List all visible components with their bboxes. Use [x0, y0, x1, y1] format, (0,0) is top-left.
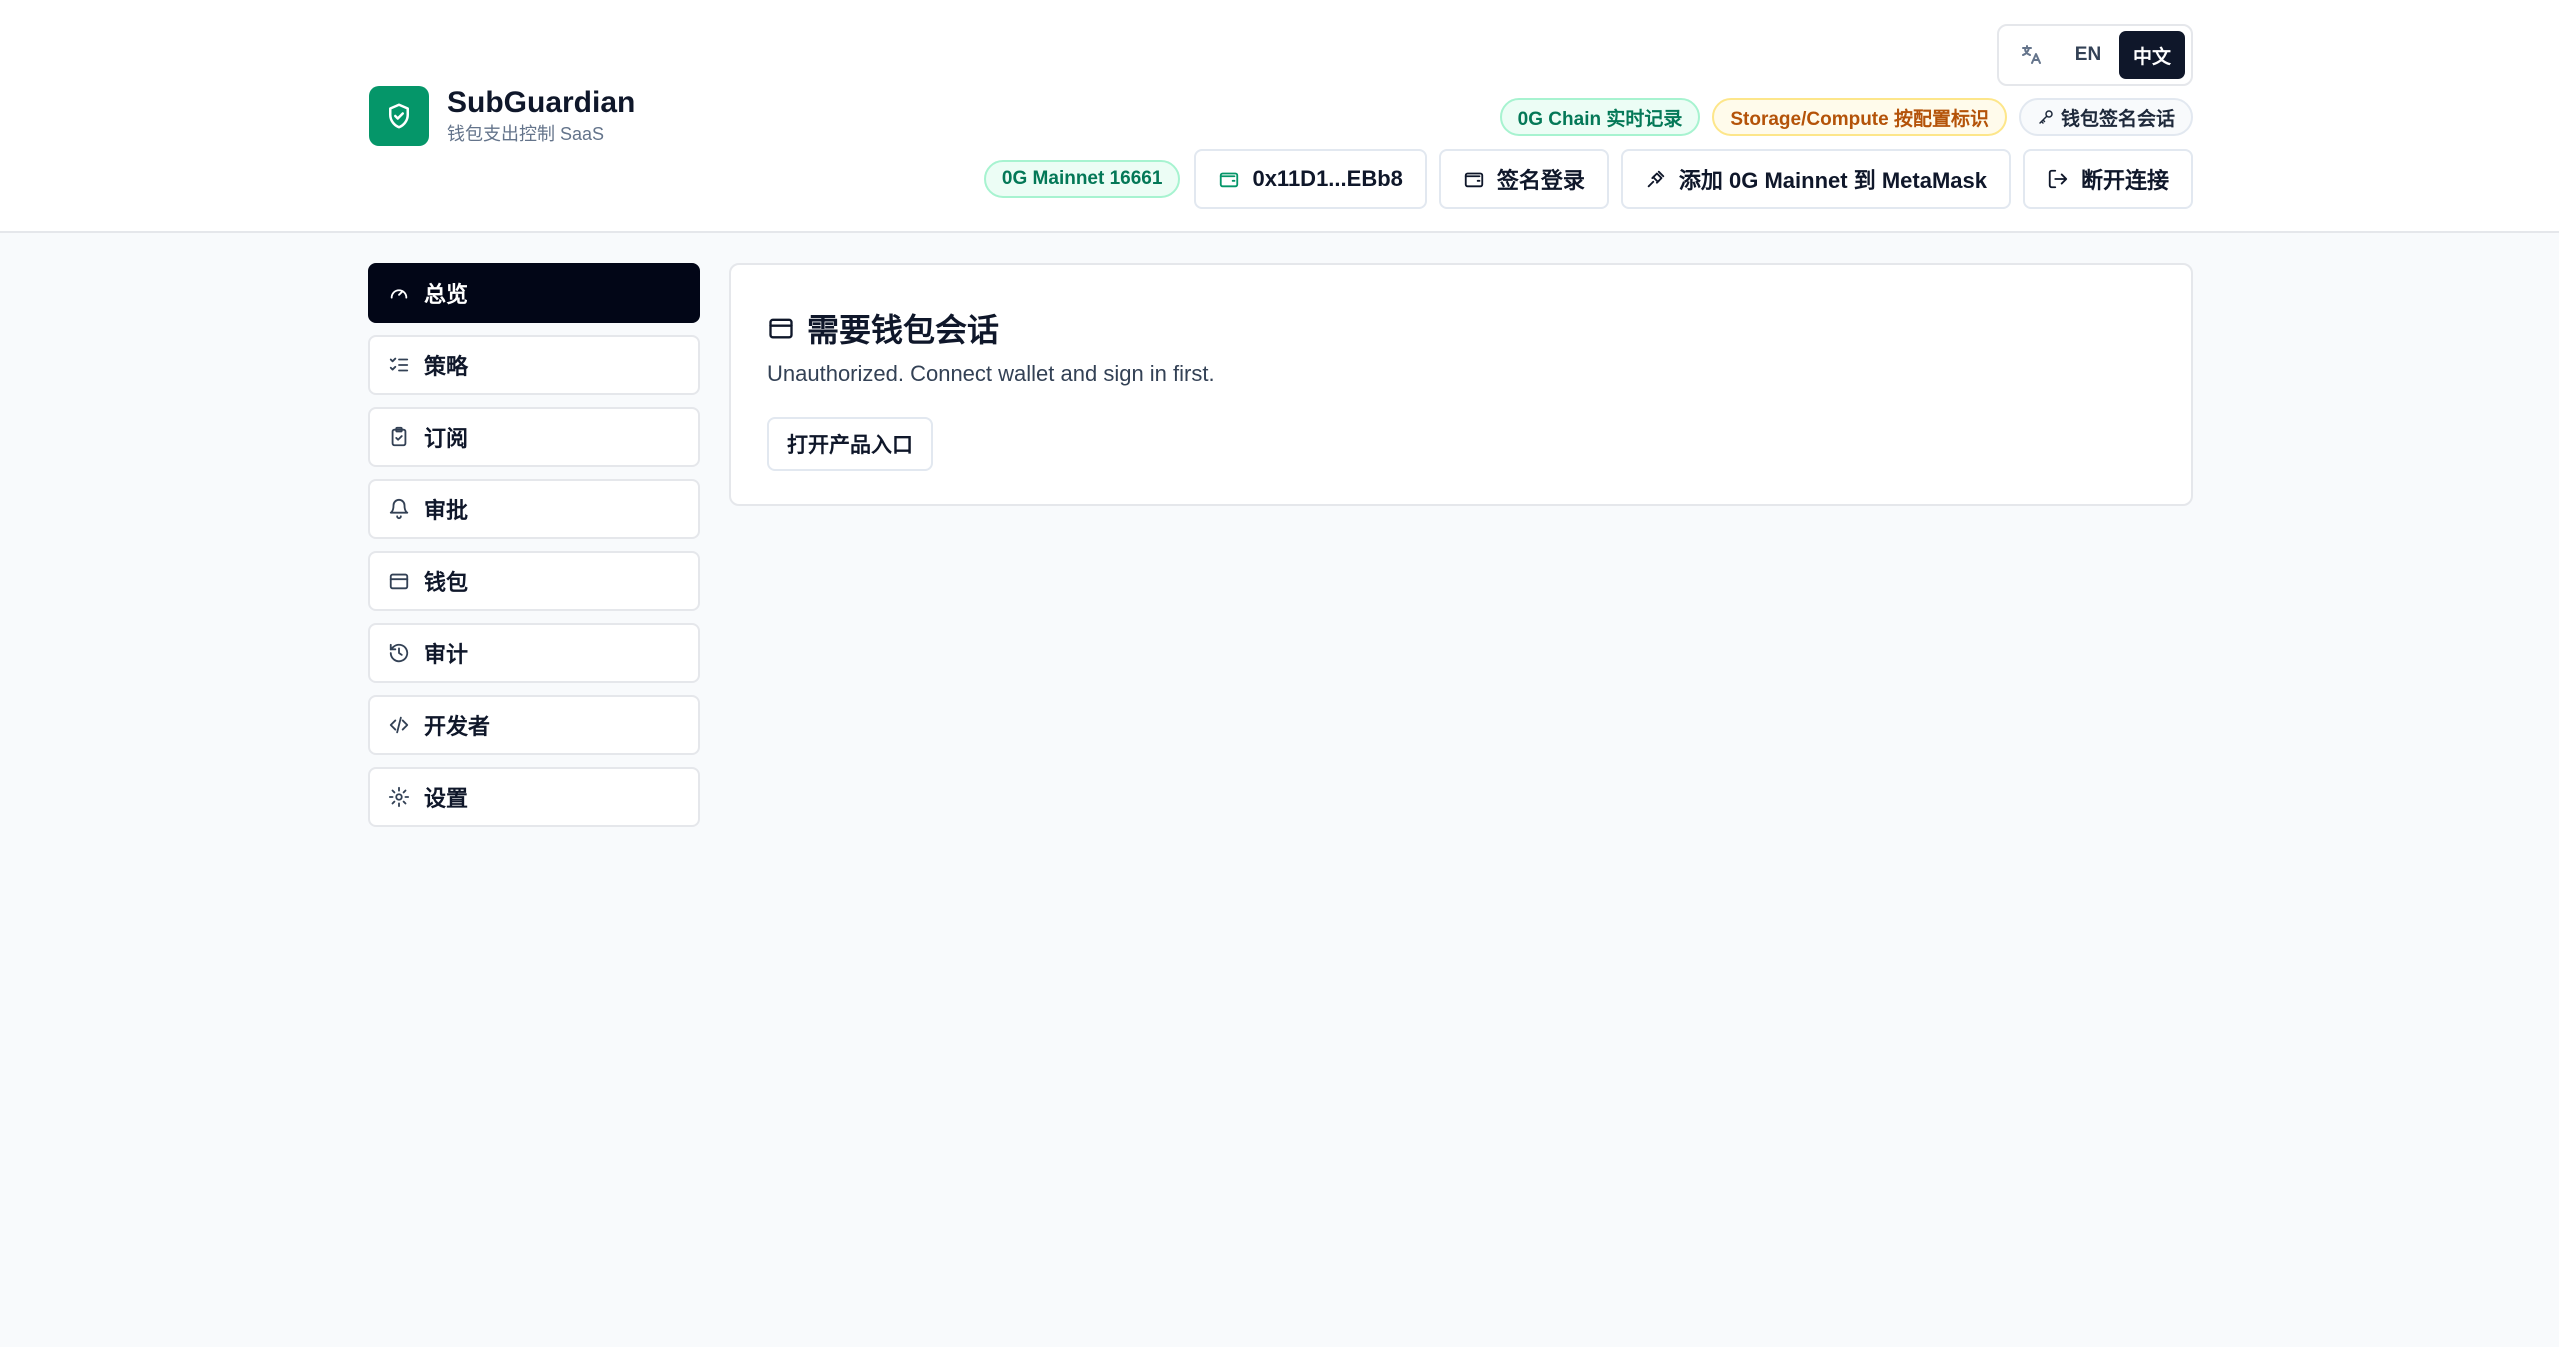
wallet-icon: [769, 318, 793, 339]
status-badges: 0G Chain 实时记录 Storage/Compute 按配置标识 钱包签名…: [1499, 98, 2193, 136]
sidebar-item-overview[interactable]: 总览: [368, 263, 700, 323]
app-header: SubGuardian 钱包支出控制 SaaS EN 中文 0G Chain 实…: [0, 0, 2559, 233]
clipboard-check-icon: [391, 426, 407, 447]
sign-in-button[interactable]: 签名登录: [1438, 149, 1609, 209]
translate-icon: [2005, 31, 2057, 79]
brand[interactable]: SubGuardian 钱包支出控制 SaaS: [369, 86, 635, 146]
wallet-icon: [389, 573, 409, 590]
sidebar-nav: 总览 策略 订阅 审批 钱包 审计 开发者 设置: [368, 263, 700, 839]
sidebar-item-label: 总览: [424, 282, 469, 307]
chain-badge: 0G Chain 实时记录: [1499, 98, 1701, 136]
card-title: 需要钱包会话: [807, 312, 1000, 348]
card-heading: 需要钱包会话: [767, 305, 999, 351]
sidebar-item-label: 订阅: [424, 426, 469, 451]
wallet-address-button[interactable]: 0x11D1...EBb8: [1194, 149, 1427, 209]
gauge-icon: [390, 289, 408, 299]
brand-subtitle: 钱包支出控制 SaaS: [447, 124, 605, 144]
history-icon: [389, 643, 409, 663]
language-option-zh[interactable]: 中文: [2119, 31, 2185, 79]
add-network-label: 添加 0G Mainnet 到 MetaMask: [1678, 168, 1987, 193]
disconnect-button[interactable]: 断开连接: [2022, 149, 2193, 209]
wallet-address: 0x11D1...EBb8: [1252, 166, 1403, 191]
sidebar-item-label: 钱包: [424, 570, 469, 595]
plug-icon: [1647, 170, 1665, 188]
add-network-button[interactable]: 添加 0G Mainnet 到 MetaMask: [1620, 149, 2011, 209]
sign-in-label: 签名登录: [1496, 168, 1585, 193]
sidebar-item-policies[interactable]: 策略: [368, 335, 700, 395]
settings-icon: [388, 786, 410, 808]
sidebar-item-approvals[interactable]: 审批: [368, 479, 700, 539]
sidebar-item-subscriptions[interactable]: 订阅: [368, 407, 700, 467]
sidebar-item-settings[interactable]: 设置: [368, 767, 700, 827]
sidebar-item-label: 开发者: [424, 714, 491, 739]
storage-badge: Storage/Compute 按配置标识: [1712, 98, 2007, 136]
disconnect-label: 断开连接: [2080, 168, 2169, 193]
sidebar-item-wallet[interactable]: 钱包: [368, 551, 700, 611]
log-out-icon: [2048, 169, 2068, 189]
sidebar-item-label: 审计: [424, 642, 469, 667]
brand-title: SubGuardian: [447, 86, 636, 119]
session-badge-label: 钱包签名会话: [2060, 108, 2175, 130]
wallet-toolbar: 0G Mainnet 16661 0x11D1...EBb8 签名登录 添加 0…: [983, 149, 2193, 209]
shield-check-icon: [369, 86, 429, 146]
session-required-card: 需要钱包会话 Unauthorized. Connect wallet and …: [729, 263, 2193, 506]
sidebar-item-label: 策略: [424, 354, 469, 379]
code-icon: [389, 716, 409, 734]
key-icon: [2039, 110, 2053, 124]
sidebar-item-audit[interactable]: 审计: [368, 623, 700, 683]
sidebar-item-label: 审批: [424, 498, 469, 523]
wallet-icon: [1220, 172, 1239, 188]
wallet-icon: [1464, 172, 1484, 188]
network-chip: 0G Mainnet 16661: [983, 160, 1181, 198]
card-message: Unauthorized. Connect wallet and sign in…: [767, 361, 1215, 386]
bell-icon: [389, 499, 409, 520]
session-badge: 钱包签名会话: [2018, 98, 2193, 136]
sidebar-item-label: 设置: [424, 786, 469, 811]
language-option-en[interactable]: EN: [2057, 31, 2119, 79]
open-product-button[interactable]: 打开产品入口: [767, 417, 933, 471]
list-checks-icon: [389, 357, 409, 372]
language-switcher: EN 中文: [1997, 24, 2193, 86]
sidebar-item-developer[interactable]: 开发者: [368, 695, 700, 755]
